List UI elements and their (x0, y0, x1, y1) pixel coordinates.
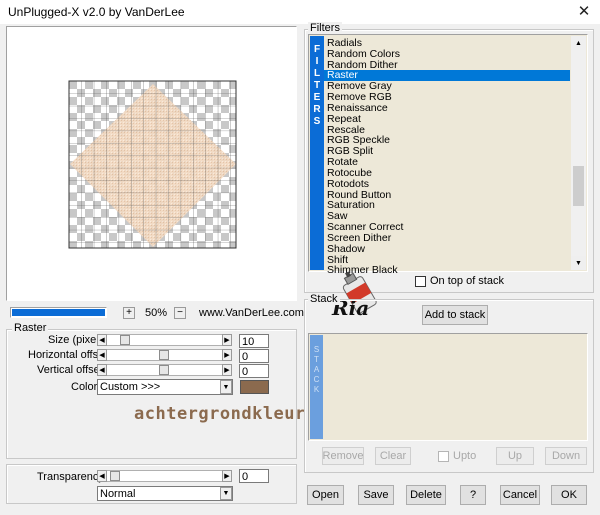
filters-letter: T (313, 80, 321, 91)
save-button[interactable]: Save (358, 485, 394, 505)
cancel-button[interactable]: Cancel (500, 485, 540, 505)
raster-group-label: Raster (12, 322, 49, 334)
vertical-offset-increase-button[interactable]: ▶ (222, 364, 232, 376)
clear-button[interactable]: Clear (375, 447, 411, 465)
horizontal-offset-input[interactable]: 0 (239, 349, 269, 363)
size-input[interactable]: 10 (239, 334, 269, 348)
stack-letter: K (313, 385, 320, 394)
filters-letter: R (313, 104, 321, 115)
stack-letter: C (313, 375, 320, 384)
progress-bar (10, 307, 107, 318)
filters-letter: F (313, 44, 321, 55)
close-icon[interactable]: ✕ (574, 2, 594, 22)
horizontal-offset-thumb[interactable] (159, 350, 169, 360)
vertical-offset-slider[interactable] (97, 364, 232, 376)
color-select[interactable]: Custom >>> ▼ (97, 379, 233, 395)
window-title: UnPlugged-X v2.0 by VanDerLee (8, 5, 185, 19)
stack-letter: A (313, 365, 320, 374)
vertical-offset-decrease-button[interactable]: ◀ (97, 364, 107, 376)
filter-item[interactable]: Random Dither (324, 59, 570, 71)
up-button[interactable]: Up (496, 447, 534, 465)
blend-mode-value: Normal (100, 488, 136, 500)
filters-letter: E (313, 92, 321, 103)
add-to-stack-button[interactable]: Add to stack (422, 305, 488, 325)
chevron-down-icon[interactable]: ▼ (220, 487, 232, 500)
scroll-down-button[interactable]: ▼ (571, 256, 586, 270)
horizontal-offset-increase-button[interactable]: ▶ (222, 349, 232, 361)
annotation-text: achtergrondkleur (134, 404, 306, 424)
on-top-of-stack-checkbox[interactable] (415, 276, 426, 287)
filters-letter: I (315, 56, 319, 67)
stack-group-label: Stack (308, 293, 340, 305)
filters-letter: L (313, 68, 321, 79)
zoom-in-button[interactable]: + (123, 307, 135, 319)
transparency-increase-button[interactable]: ▶ (222, 470, 232, 482)
color-select-value: Custom >>> (100, 381, 161, 393)
filters-list[interactable]: FILTERS Radials Random Colors Random Dithe… (308, 34, 588, 276)
help-button[interactable]: ? (460, 485, 486, 505)
filter-item[interactable]: Saturation (324, 200, 570, 211)
chevron-down-icon[interactable]: ▼ (220, 380, 232, 394)
down-button[interactable]: Down (545, 447, 587, 465)
upto-label: Upto (453, 450, 477, 462)
horizontal-offset-label: Horizontal offset (28, 349, 108, 361)
filters-group-label: Filters (308, 22, 342, 34)
website-link[interactable]: www.VanDerLee.com (199, 307, 304, 319)
zoom-out-button[interactable]: − (174, 307, 186, 319)
vertical-offset-thumb[interactable] (159, 365, 169, 375)
filters-items: Radials Random Colors Random Dither Raster R… (324, 38, 570, 276)
delete-button[interactable]: Delete (406, 485, 446, 505)
raster-grid (69, 81, 236, 248)
filters-letter: S (313, 116, 321, 127)
filter-item[interactable]: Shadow (324, 243, 570, 255)
stack-letter: S (313, 345, 320, 354)
transparency-thumb[interactable] (110, 471, 120, 481)
preview-image (68, 80, 237, 249)
filters-vertical-label: FILTERS (310, 36, 324, 270)
filters-scrollbar[interactable]: ▲ ▼ (571, 36, 586, 270)
color-label: Color (71, 381, 98, 393)
transparency-slider[interactable] (97, 470, 232, 482)
transparency-input[interactable]: 0 (239, 469, 269, 483)
size-slider[interactable] (97, 334, 232, 346)
filter-item[interactable]: Repeat (324, 113, 570, 125)
scroll-up-button[interactable]: ▲ (571, 36, 586, 50)
vertical-offset-input[interactable]: 0 (239, 364, 269, 378)
size-slider-thumb[interactable] (120, 335, 130, 345)
blend-mode-select[interactable]: Normal ▼ (97, 486, 233, 501)
vertical-offset-label: Vertical offset (37, 364, 103, 376)
color-swatch[interactable] (240, 380, 269, 394)
scroll-thumb[interactable] (573, 166, 584, 206)
size-increase-button[interactable]: ▶ (222, 334, 232, 346)
stack-list[interactable]: STACK (308, 333, 588, 441)
size-decrease-button[interactable]: ◀ (97, 334, 107, 346)
filter-item[interactable]: Rotodots (324, 178, 570, 190)
filter-item[interactable]: RGB Split (324, 146, 570, 157)
remove-button[interactable]: Remove (322, 447, 364, 465)
ok-button[interactable]: OK (551, 485, 587, 505)
zoom-value: 50% (145, 307, 168, 319)
stack-vertical-label: STACK (310, 335, 323, 439)
on-top-of-stack-label: On top of stack (430, 275, 504, 287)
preview-panel[interactable] (6, 26, 297, 301)
progress-fill (12, 309, 105, 316)
transparency-decrease-button[interactable]: ◀ (97, 470, 107, 482)
horizontal-offset-decrease-button[interactable]: ◀ (97, 349, 107, 361)
upto-checkbox[interactable] (438, 451, 449, 462)
open-button[interactable]: Open (307, 485, 344, 505)
horizontal-offset-slider[interactable] (97, 349, 232, 361)
stack-letter: T (314, 355, 319, 364)
transparency-label: Transparency (37, 471, 104, 483)
